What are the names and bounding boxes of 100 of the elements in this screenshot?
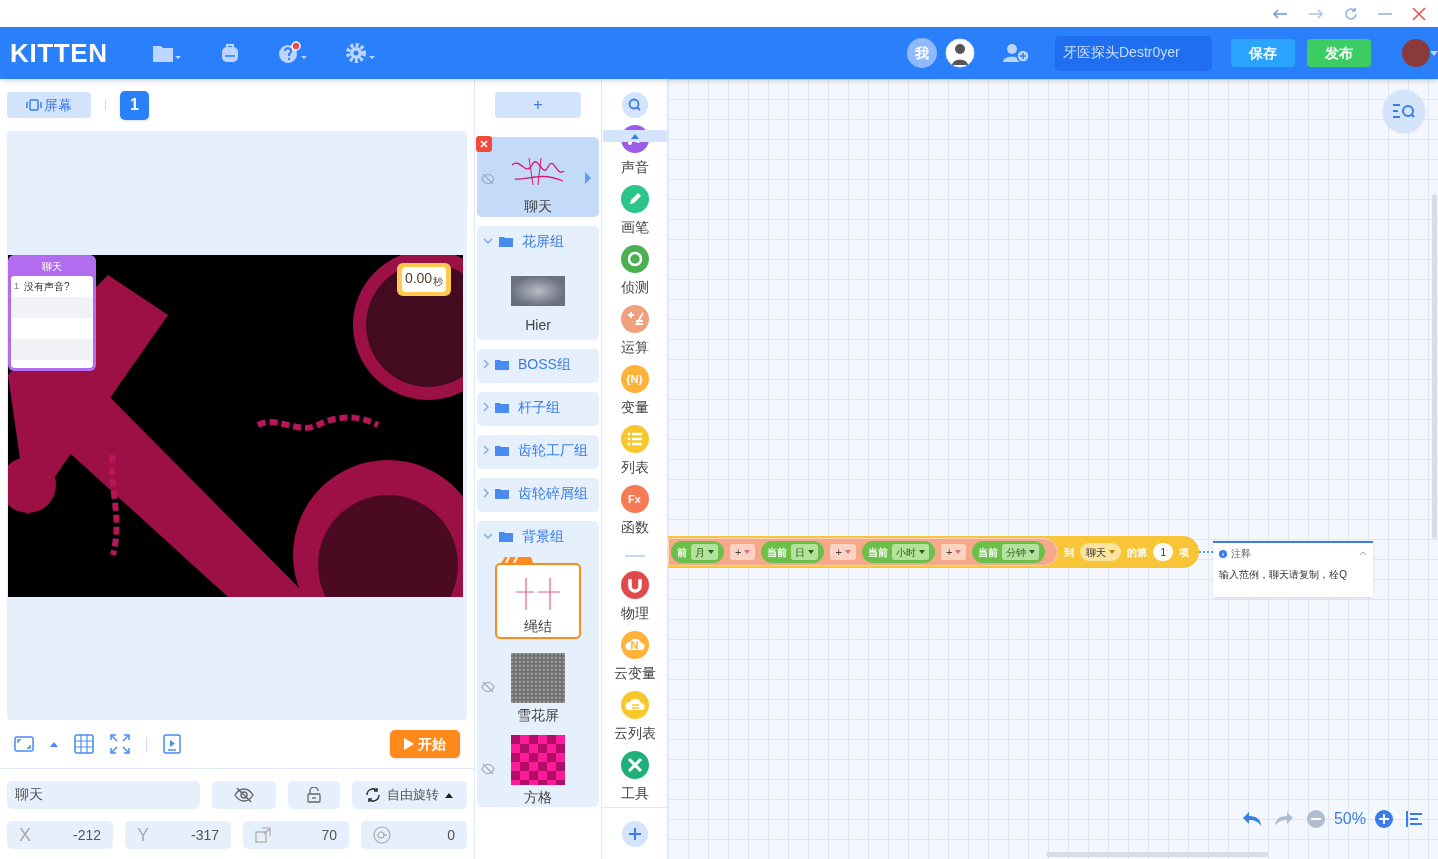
current-time-block[interactable]: 当前 分钟 — [972, 541, 1046, 563]
join-operator-block[interactable]: 前 月 + 当前 日 + 当前 小时 + 当前 分钟 — [668, 538, 1059, 566]
category-label: 侦测 — [620, 278, 649, 297]
back-arrow-icon[interactable] — [1272, 8, 1288, 19]
delete-icon[interactable] — [476, 136, 492, 152]
category-label: 物理 — [620, 604, 649, 623]
chevron-down-icon[interactable] — [483, 238, 493, 244]
forward-arrow-icon[interactable] — [1308, 8, 1324, 19]
play-screen-icon[interactable] — [163, 734, 181, 754]
minimize-icon[interactable] — [1378, 12, 1392, 15]
help-menu-icon[interactable] — [277, 41, 309, 65]
category-item[interactable]: Fx 函数 — [602, 483, 667, 543]
sprite-group[interactable]: 背景组 绳结 雪花屏 方格 — [477, 521, 599, 807]
align-icon[interactable] — [1406, 811, 1424, 827]
list-search-icon — [1392, 103, 1416, 119]
current-time-block[interactable]: 前 月 — [671, 541, 724, 563]
collapse-icon[interactable] — [1359, 551, 1368, 556]
y-field[interactable]: Y -317 — [125, 821, 231, 849]
sprite-group[interactable]: 杆子组 — [477, 392, 599, 426]
size-field[interactable]: 70 — [243, 821, 349, 849]
block-dropdown[interactable]: 小时 — [891, 544, 929, 560]
sprite-group[interactable]: BOSS组 — [477, 349, 599, 383]
sprite-card[interactable]: 聊天 — [477, 137, 599, 217]
profile-avatar[interactable] — [1402, 39, 1430, 67]
category-item[interactable]: 画笔 — [602, 183, 667, 243]
close-icon[interactable] — [1412, 6, 1426, 21]
eye-off-icon[interactable] — [481, 763, 495, 775]
list-set-block[interactable]: 前 月 + 当前 日 + 当前 小时 + 当前 分钟 到 聊天 的第 1 项 — [668, 536, 1200, 568]
number-input[interactable]: 1 — [1153, 543, 1174, 561]
scroll-up-button[interactable] — [603, 130, 667, 142]
field-value: 0 — [447, 825, 455, 845]
find-block-button[interactable] — [1383, 90, 1425, 132]
category-item[interactable]: N 云变量 — [602, 629, 667, 689]
code-canvas[interactable]: 前 月 + 当前 日 + 当前 小时 + 当前 分钟 到 聊天 的第 1 项 注释 输入范例，聊天请复制，栓Q 50% — [668, 79, 1438, 859]
chevron-right-icon[interactable] — [483, 445, 489, 455]
category-item[interactable]: {N} 变量 — [602, 363, 667, 423]
caret-icon[interactable] — [1430, 50, 1438, 56]
category-item[interactable]: 运算 — [602, 303, 667, 363]
grid-icon[interactable] — [74, 734, 94, 754]
category-item[interactable]: 侦测 — [602, 243, 667, 303]
lock-toggle[interactable] — [287, 781, 340, 809]
app-logo: KITTEN — [10, 36, 109, 70]
chevron-right-icon[interactable] — [483, 488, 489, 498]
screen-number-tab[interactable]: 1 — [120, 90, 149, 120]
eye-off-icon[interactable] — [481, 681, 495, 693]
caret-up-icon[interactable] — [50, 741, 58, 747]
fit-screen-icon[interactable] — [14, 736, 34, 752]
direction-field[interactable]: 0 — [361, 821, 467, 849]
chevron-down-icon[interactable] — [483, 533, 493, 539]
sprite-group[interactable]: 花屏组 Hier — [477, 226, 599, 340]
settings-menu-icon[interactable] — [345, 42, 377, 64]
redo-icon[interactable] — [1273, 811, 1294, 827]
fullscreen-icon[interactable] — [110, 734, 130, 754]
block-dropdown[interactable]: 分钟 — [1002, 544, 1040, 560]
category-item[interactable]: 工具 — [602, 749, 667, 809]
refresh-icon[interactable] — [1344, 6, 1358, 21]
chevron-right-icon[interactable] — [483, 359, 489, 369]
x-field[interactable]: X -212 — [7, 821, 113, 849]
rotation-dropdown[interactable]: 自由旋转 — [351, 781, 467, 809]
category-item[interactable]: 物理 — [602, 569, 667, 629]
user-avatar[interactable] — [945, 38, 975, 68]
add-user-icon[interactable] — [1003, 43, 1029, 63]
expand-arrow-icon[interactable] — [585, 172, 591, 184]
icon-glyph: {N} — [626, 371, 643, 387]
backpack-icon[interactable] — [219, 42, 241, 64]
chevron-right-icon[interactable] — [483, 402, 489, 412]
zoom-in-icon[interactable] — [1374, 809, 1394, 829]
eye-off-icon[interactable] — [481, 173, 495, 185]
visibility-toggle[interactable] — [212, 781, 276, 809]
sprite-card[interactable]: 绳结 — [495, 563, 581, 639]
current-time-block[interactable]: 当前 日 — [761, 541, 825, 563]
play-icon — [404, 738, 414, 750]
block-dropdown[interactable]: 月 — [691, 544, 718, 560]
zoom-out-icon[interactable] — [1305, 809, 1326, 829]
list-dropdown[interactable]: 聊天 — [1080, 543, 1122, 561]
row-index: 1 — [14, 279, 19, 293]
sprite-name-field[interactable]: 聊天 — [7, 781, 200, 809]
block-dropdown[interactable]: 日 — [791, 544, 819, 560]
block-label: 到 — [1064, 545, 1075, 560]
sprite-card[interactable]: Hier — [477, 260, 599, 336]
current-time-block[interactable]: 当前 小时 — [861, 541, 935, 563]
add-extension-icon[interactable] — [622, 820, 648, 847]
eye-off-icon — [233, 787, 254, 803]
timer-unit: 秒 — [433, 275, 444, 289]
horizontal-scrollbar[interactable] — [1046, 852, 1268, 857]
comment-note[interactable]: 注释 输入范例，聊天请复制，栓Q — [1213, 541, 1374, 597]
folder-icon — [499, 530, 513, 542]
folder-icon — [499, 235, 513, 247]
operator-dropdown[interactable]: + — [730, 544, 756, 560]
operator-dropdown[interactable]: + — [940, 544, 967, 560]
category-item[interactable]: 列表 — [602, 423, 667, 483]
category-item[interactable]: 云列表 — [602, 689, 667, 749]
sprite-group[interactable]: 齿轮工厂组 — [477, 435, 599, 469]
search-icon[interactable] — [621, 92, 648, 118]
category-label: 运算 — [620, 338, 649, 357]
operator-dropdown[interactable]: + — [830, 544, 856, 560]
vertical-scrollbar[interactable] — [1432, 194, 1437, 539]
chat-list-monitor[interactable]: 聊天 1 没有声音? — [8, 255, 96, 371]
sprite-group[interactable]: 齿轮碎屑组 — [477, 478, 599, 512]
undo-icon[interactable] — [1241, 811, 1262, 827]
